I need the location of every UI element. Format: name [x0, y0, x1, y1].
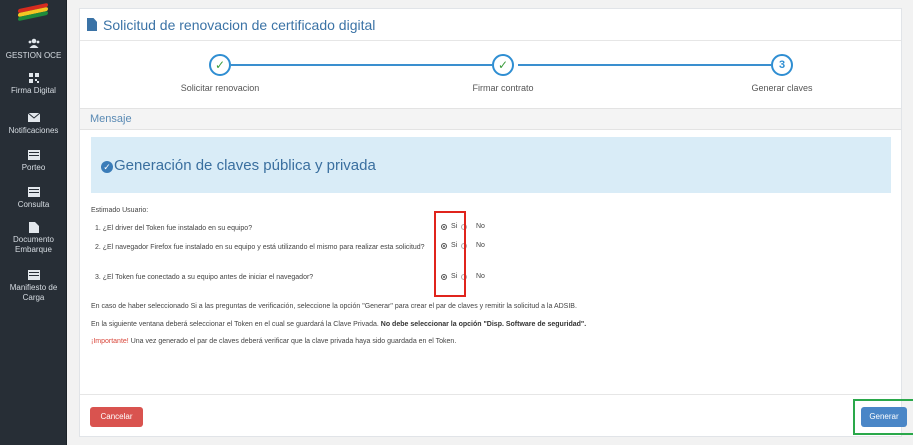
sidebar-item-label: Notificaciones [8, 126, 59, 135]
sidebar-item-documento-embarque[interactable]: Documento Embarque [0, 222, 67, 255]
step-2-label: Firmar contrato [472, 83, 534, 93]
important-label: ¡Importante! [91, 338, 129, 345]
sidebar-item-consulta[interactable]: Consulta [0, 187, 67, 210]
footer-divider [80, 394, 901, 395]
wizard-steps: ✓ Solicitar renovacion ✓ Firmar contrato… [80, 43, 901, 103]
step-1-check-icon: ✓ [209, 54, 231, 76]
envelope-icon [27, 112, 40, 123]
sidebar-item-label: Documento Embarque [13, 235, 54, 254]
main-content: Solicitud de renovacion de certificado d… [67, 0, 913, 445]
qr-icon [28, 73, 40, 83]
paragraph-3: ¡Importante! Una vez generado el par de … [91, 338, 456, 345]
question-2-no-label: No [476, 242, 485, 249]
sidebar-item-porteo[interactable]: Porteo [0, 150, 67, 173]
sidebar-item-firma-digital[interactable]: Firma Digital [0, 73, 67, 96]
paragraph-3-text: Una vez generado el par de claves deberá… [128, 338, 457, 345]
logo [18, 2, 48, 22]
file-icon [87, 18, 97, 31]
highlight-red-box [434, 211, 466, 297]
step-2-check-icon: ✓ [492, 54, 514, 76]
mensaje-title: Mensaje [90, 113, 132, 125]
sidebar-item-label: Consulta [17, 200, 50, 209]
sidebar-item-label: Porteo [21, 163, 46, 172]
wizard-connector [231, 64, 492, 66]
sidebar: GESTION OCE Firma Digital Notificaciones… [0, 0, 67, 445]
info-header: ✓ Generación de claves pública y privada [91, 137, 891, 193]
question-3-no-label: No [476, 273, 485, 280]
users-icon [28, 38, 40, 48]
question-3: 3. ¿El Token fue conectado a su equipo a… [95, 274, 314, 281]
sidebar-item-manifiesto-de-carga[interactable]: Manifiesto de Carga [0, 270, 67, 303]
title-bar: Solicitud de renovacion de certificado d… [80, 9, 901, 41]
page-title: Solicitud de renovacion de certificado d… [103, 17, 376, 33]
step-3-label: Generar claves [751, 83, 813, 93]
question-2: 2. ¿El navegador Firefox fue instalado e… [95, 244, 425, 251]
sidebar-item-label: Firma Digital [11, 86, 56, 95]
sidebar-item-notificaciones[interactable]: Notificaciones [0, 112, 67, 136]
document-icon [28, 222, 40, 233]
paragraph-2-warning: No debe seleccionar la opción "Disp. Sof… [380, 321, 587, 328]
paragraph-2: En la siguiente ventana deberá seleccion… [91, 321, 586, 328]
card-icon [27, 187, 40, 197]
mensaje-panel-heading: Mensaje [80, 108, 901, 130]
card-icon [27, 150, 40, 160]
info-title: Generación de claves pública y privada [114, 157, 376, 174]
highlight-green-box [853, 399, 913, 435]
question-1: 1. ¿El driver del Token fue instalado en… [95, 225, 253, 232]
greeting: Estimado Usuario: [91, 207, 149, 214]
question-1-no-label: No [476, 223, 485, 230]
check-circle-icon: ✓ [101, 161, 113, 173]
cancel-button[interactable]: Cancelar [90, 407, 143, 427]
wizard-connector [518, 64, 771, 66]
sidebar-item-label: Manifiesto de Carga [9, 283, 58, 302]
main-card: Solicitud de renovacion de certificado d… [79, 8, 913, 437]
step-3-number: 3 [771, 54, 793, 76]
paragraph-2-text: En la siguiente ventana deberá seleccion… [91, 321, 381, 328]
sidebar-item-gestion-oce[interactable]: GESTION OCE [0, 38, 67, 61]
paragraph-1: En caso de haber seleccionado Si a las p… [91, 303, 577, 310]
sidebar-item-label: GESTION OCE [5, 51, 62, 60]
step-1-label: Solicitar renovacion [180, 83, 260, 93]
card-icon [27, 270, 40, 280]
